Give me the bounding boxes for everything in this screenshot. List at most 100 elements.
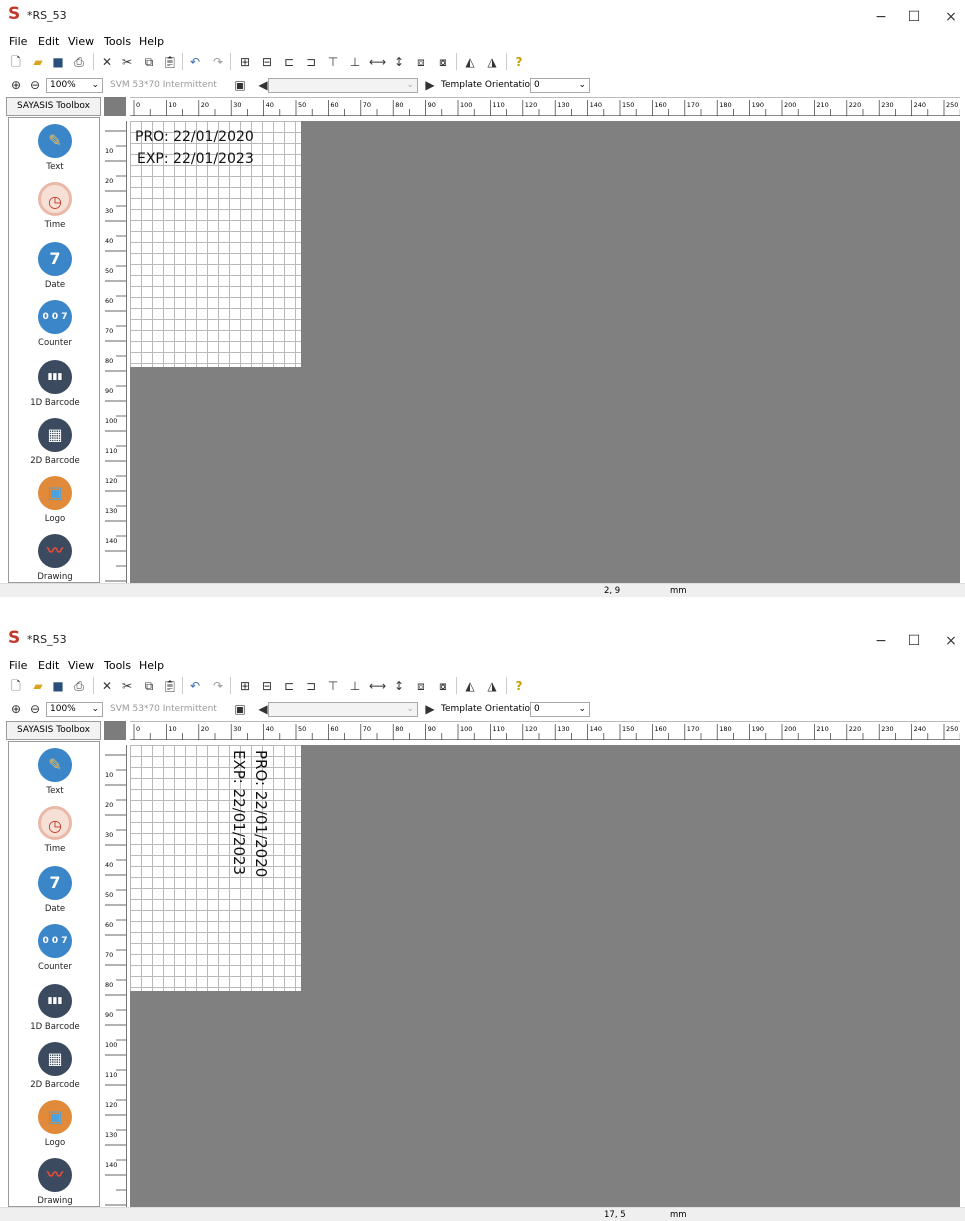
print-icon[interactable]: ⎙ bbox=[71, 54, 87, 70]
same-width-icon[interactable]: ⟷ bbox=[369, 678, 386, 694]
close-button[interactable]: × bbox=[943, 10, 959, 24]
copy-icon[interactable]: ⧉ bbox=[141, 54, 157, 70]
align-center-horizontal-icon[interactable]: ⊞ bbox=[237, 678, 253, 694]
flip-horizontal-icon[interactable]: ◭ bbox=[462, 678, 478, 694]
tool-text[interactable]: ✎ Text bbox=[9, 748, 101, 808]
save-icon[interactable]: ■ bbox=[50, 54, 66, 70]
save-printer-icon[interactable]: ▣ bbox=[232, 77, 248, 93]
maximize-button[interactable]: ☐ bbox=[906, 10, 922, 24]
new-file-icon[interactable]: 🗋 bbox=[8, 678, 24, 694]
menu-help[interactable]: Help bbox=[139, 35, 164, 48]
paste-icon[interactable]: 📋︎ bbox=[162, 678, 178, 694]
toolbox-header[interactable]: SAYASIS Toolbox bbox=[6, 97, 101, 116]
align-bottom-icon[interactable]: ⊥ bbox=[347, 54, 363, 70]
tool-date[interactable]: 7 Date bbox=[9, 242, 101, 302]
menu-file[interactable]: File bbox=[9, 35, 27, 48]
bring-front-icon[interactable]: ⧈ bbox=[413, 678, 429, 694]
minimize-button[interactable]: − bbox=[873, 10, 889, 24]
orientation-select[interactable]: 0 ⌄ bbox=[530, 702, 590, 717]
design-canvas[interactable]: PRO: 22/01/2020 EXP: 22/01/2023 bbox=[130, 121, 960, 583]
flip-vertical-icon[interactable]: ◮ bbox=[484, 54, 500, 70]
cut-icon[interactable]: ✂ bbox=[119, 54, 135, 70]
send-back-icon[interactable]: ⧇ bbox=[435, 678, 451, 694]
orientation-select[interactable]: 0 ⌄ bbox=[530, 78, 590, 93]
save-icon[interactable]: ■ bbox=[50, 678, 66, 694]
open-folder-icon[interactable]: ▰ bbox=[30, 678, 46, 694]
label-text-pro[interactable]: PRO: 22/01/2020 bbox=[252, 750, 270, 877]
align-right-icon[interactable]: ⊐ bbox=[303, 54, 319, 70]
copy-icon[interactable]: ⧉ bbox=[141, 678, 157, 694]
redo-icon[interactable]: ↷ bbox=[210, 678, 226, 694]
tool-text[interactable]: ✎ Text bbox=[9, 124, 101, 184]
menu-file[interactable]: File bbox=[9, 659, 27, 672]
label-text-pro[interactable]: PRO: 22/01/2020 bbox=[135, 129, 254, 145]
new-file-icon[interactable]: 🗋 bbox=[8, 54, 24, 70]
menu-tools[interactable]: Tools bbox=[104, 35, 131, 48]
print-icon[interactable]: ⎙ bbox=[71, 678, 87, 694]
paste-icon[interactable]: 📋︎ bbox=[162, 54, 178, 70]
template-select[interactable]: ⌄ bbox=[268, 702, 418, 717]
tool-logo[interactable]: ▣ Logo bbox=[9, 476, 101, 536]
align-center-horizontal-icon[interactable]: ⊞ bbox=[237, 54, 253, 70]
label-text-exp[interactable]: EXP: 22/01/2023 bbox=[230, 750, 248, 875]
flip-vertical-icon[interactable]: ◮ bbox=[484, 678, 500, 694]
align-center-vertical-icon[interactable]: ⊟ bbox=[259, 54, 275, 70]
next-arrow-icon[interactable]: ▶ bbox=[422, 701, 438, 717]
menu-view[interactable]: View bbox=[68, 35, 94, 48]
align-left-icon[interactable]: ⊏ bbox=[281, 678, 297, 694]
align-bottom-icon[interactable]: ⊥ bbox=[347, 678, 363, 694]
zoom-in-icon[interactable]: ⊕ bbox=[8, 701, 24, 717]
menu-view[interactable]: View bbox=[68, 659, 94, 672]
tool-time[interactable]: ◷ Time bbox=[9, 182, 101, 242]
label-text-exp[interactable]: EXP: 22/01/2023 bbox=[137, 151, 254, 167]
same-height-icon[interactable]: ↕ bbox=[391, 678, 407, 694]
delete-icon[interactable]: ✕ bbox=[99, 678, 115, 694]
tool-time[interactable]: ◷ Time bbox=[9, 806, 101, 866]
tool-counter[interactable]: 0 0 7 Counter bbox=[9, 300, 101, 360]
zoom-in-icon[interactable]: ⊕ bbox=[8, 77, 24, 93]
menu-edit[interactable]: Edit bbox=[38, 659, 59, 672]
align-center-vertical-icon[interactable]: ⊟ bbox=[259, 678, 275, 694]
undo-icon[interactable]: ↶ bbox=[187, 54, 203, 70]
maximize-button[interactable]: ☐ bbox=[906, 634, 922, 648]
close-button[interactable]: × bbox=[943, 634, 959, 648]
zoom-select[interactable]: 100% ⌄ bbox=[46, 702, 103, 717]
send-back-icon[interactable]: ⧇ bbox=[435, 54, 451, 70]
same-height-icon[interactable]: ↕ bbox=[391, 54, 407, 70]
menu-help[interactable]: Help bbox=[139, 659, 164, 672]
tool-1d-barcode[interactable]: ▮▮▮ 1D Barcode bbox=[9, 360, 101, 420]
align-top-icon[interactable]: ⊤ bbox=[325, 678, 341, 694]
zoom-out-icon[interactable]: ⊖ bbox=[27, 77, 43, 93]
tool-1d-barcode[interactable]: ▮▮▮ 1D Barcode bbox=[9, 984, 101, 1044]
zoom-select[interactable]: 100% ⌄ bbox=[46, 78, 103, 93]
redo-icon[interactable]: ↷ bbox=[210, 54, 226, 70]
tool-counter[interactable]: 0 0 7 Counter bbox=[9, 924, 101, 984]
help-icon[interactable]: ? bbox=[511, 54, 527, 70]
zoom-out-icon[interactable]: ⊖ bbox=[27, 701, 43, 717]
bring-front-icon[interactable]: ⧈ bbox=[413, 54, 429, 70]
cut-icon[interactable]: ✂ bbox=[119, 678, 135, 694]
flip-horizontal-icon[interactable]: ◭ bbox=[462, 54, 478, 70]
tool-logo[interactable]: ▣ Logo bbox=[9, 1100, 101, 1160]
save-printer-icon[interactable]: ▣ bbox=[232, 701, 248, 717]
help-icon[interactable]: ? bbox=[511, 678, 527, 694]
delete-icon[interactable]: ✕ bbox=[99, 54, 115, 70]
template-select[interactable]: ⌄ bbox=[268, 78, 418, 93]
design-canvas[interactable]: PRO: 22/01/2020 EXP: 22/01/2023 bbox=[130, 745, 960, 1207]
menu-tools[interactable]: Tools bbox=[104, 659, 131, 672]
align-left-icon[interactable]: ⊏ bbox=[281, 54, 297, 70]
toolbox-header[interactable]: SAYASIS Toolbox bbox=[6, 721, 101, 740]
align-right-icon[interactable]: ⊐ bbox=[303, 678, 319, 694]
undo-icon[interactable]: ↶ bbox=[187, 678, 203, 694]
next-arrow-icon[interactable]: ▶ bbox=[422, 77, 438, 93]
same-width-icon[interactable]: ⟷ bbox=[369, 54, 386, 70]
open-folder-icon[interactable]: ▰ bbox=[30, 54, 46, 70]
tool-2d-barcode[interactable]: ▦ 2D Barcode bbox=[9, 1042, 101, 1102]
label-template[interactable]: PRO: 22/01/2020 EXP: 22/01/2023 bbox=[130, 745, 301, 991]
tool-2d-barcode[interactable]: ▦ 2D Barcode bbox=[9, 418, 101, 478]
tool-date[interactable]: 7 Date bbox=[9, 866, 101, 926]
label-template[interactable]: PRO: 22/01/2020 EXP: 22/01/2023 bbox=[130, 121, 301, 367]
menu-edit[interactable]: Edit bbox=[38, 35, 59, 48]
minimize-button[interactable]: − bbox=[873, 634, 889, 648]
align-top-icon[interactable]: ⊤ bbox=[325, 54, 341, 70]
